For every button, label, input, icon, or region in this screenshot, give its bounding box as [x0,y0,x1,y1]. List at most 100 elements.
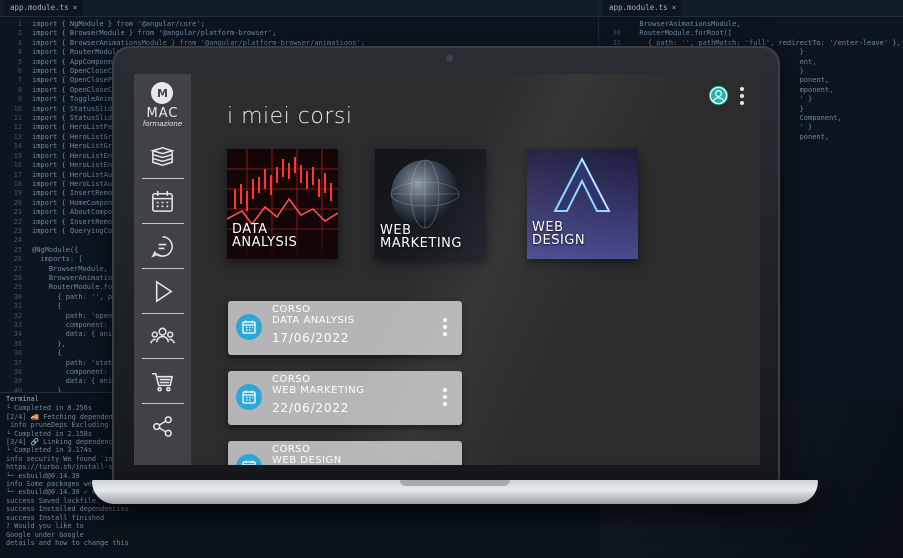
laptop-screen: M MAC formazione i miei corsi DATA ANALY… [134,74,760,465]
lesson-name: WEB DESIGN [272,455,342,465]
sidebar-nav [134,134,191,448]
course-card-web-design[interactable]: WEB DESIGN [527,149,638,259]
code-line: 30 RouterModule.forRoot([ [599,29,903,38]
line-number: 14 [13,142,22,151]
line-number: 31 [13,302,22,311]
editor-tab-right[interactable]: app.module.ts × [603,0,683,16]
more-options-icon[interactable] [443,388,447,406]
line-number: 6 [17,67,22,76]
line-number: 39 [13,377,22,386]
course-title: WEB MARKETING [380,224,462,250]
line-number: 37 [13,358,22,367]
nav-calendar[interactable] [134,179,191,223]
course-title-line: MARKETING [380,236,462,251]
books-icon [150,146,175,166]
logo-subtitle: formazione [142,120,183,128]
terminal-line: success Install finished [6,513,105,522]
nav-video[interactable] [134,269,191,313]
tab-label: app.module.ts [609,3,668,13]
logo-name: MAC [146,106,179,121]
lesson-kind: CORSO [272,444,311,455]
lesson-item[interactable]: CORSO WEB MARKETING 22/06/2022 [228,371,462,425]
nav-share[interactable] [134,404,191,448]
nav-shop[interactable] [134,359,191,403]
line-number: 29 [13,283,22,292]
line-number: 10 [13,104,22,113]
editor-tabbar: app.module.ts × [0,0,600,17]
terminal-line: success Installed dependencies. [6,505,133,514]
logo[interactable]: M MAC formazione [143,82,182,128]
line-number: 2 [17,29,22,38]
line-number: 36 [13,349,22,358]
course-card-web-marketing[interactable]: WEB MARKETING [375,149,486,259]
calendar-icon [236,384,262,410]
code-text: { [32,302,62,311]
course-title-line: DESIGN [532,233,586,248]
lesson-date: 22/06/2022 [272,401,350,415]
line-number: 15 [13,151,22,160]
nav-community[interactable] [134,314,191,358]
line-number: 22 [13,217,22,226]
lesson-kind: CORSO [272,304,311,315]
terminal-line: ? Would you like to [6,522,84,531]
chat-icon [151,235,173,258]
line-number: 7 [17,76,22,85]
line-number: 12 [13,123,22,132]
course-title: WEB DESIGN [532,221,585,247]
users-icon [150,327,175,343]
close-icon[interactable]: × [672,3,677,12]
laptop-notch [400,480,510,486]
code-text: BrowserModule, [32,264,108,273]
calendar-icon [236,314,262,340]
lesson-item[interactable]: CORSO DATA ANALYSIS 17/06/2022 [228,301,462,355]
nav-chat[interactable] [134,224,191,268]
line-number: 8 [17,85,22,94]
code-text: }, [32,339,66,348]
lesson-item[interactable]: CORSO WEB DESIGN [228,441,462,465]
code-line: BrowserAnimationsModule, [599,20,903,29]
play-icon [155,279,173,303]
editor-tabbar-right: app.module.ts × [599,0,903,17]
lesson-date: 17/06/2022 [272,331,350,345]
user-icon [709,86,728,105]
line-number: 17 [13,170,22,179]
editor-tab-left[interactable]: app.module.ts × [4,0,84,16]
code-text: @NgModule({ [32,245,79,254]
tab-label: app.module.ts [10,3,69,13]
line-number: 25 [13,245,22,254]
course-title: DATA ANALYSIS [232,223,297,249]
sidebar: M MAC formazione [134,74,191,465]
code-text: import { NgModule } from '@angular/core'… [32,20,205,28]
lesson-name: WEB MARKETING [272,385,365,396]
line-number: 32 [13,311,22,320]
line-number: 1 [17,20,22,28]
terminal-line: Google under Google [6,530,84,539]
cart-icon [151,372,174,392]
code-line: 1 import { NgModule } from '@angular/core… [0,20,600,29]
more-options-icon[interactable] [443,318,447,336]
line-number: 38 [13,368,22,377]
calendar-icon [236,454,262,465]
more-options-icon[interactable] [740,86,744,105]
course-title-line: ANALYSIS [232,235,298,250]
terminal-line: details and how to change this [6,538,129,547]
code-text: imports: [ [32,255,83,264]
line-number: 28 [13,273,22,282]
line-number: 33 [13,321,22,329]
line-number: 20 [13,198,22,207]
close-icon[interactable]: × [73,3,78,12]
lesson-name: DATA ANALYSIS [272,315,355,326]
course-card-data-analysis[interactable]: DATA ANALYSIS [227,149,338,259]
line-number: 13 [13,132,22,141]
avatar[interactable] [709,86,728,105]
share-icon [153,415,172,437]
code-text: BrowserAnimationsModule, [631,20,741,28]
webcam-icon [446,55,453,62]
nav-courses[interactable] [134,134,191,178]
code-text: import { BrowserModule } from '@angular/… [32,29,277,38]
line-number: 26 [13,255,22,264]
page-title: i miei corsi [227,104,353,129]
line-number: 18 [13,179,22,188]
line-number: 11 [13,114,22,123]
line-number: 35 [13,339,22,348]
